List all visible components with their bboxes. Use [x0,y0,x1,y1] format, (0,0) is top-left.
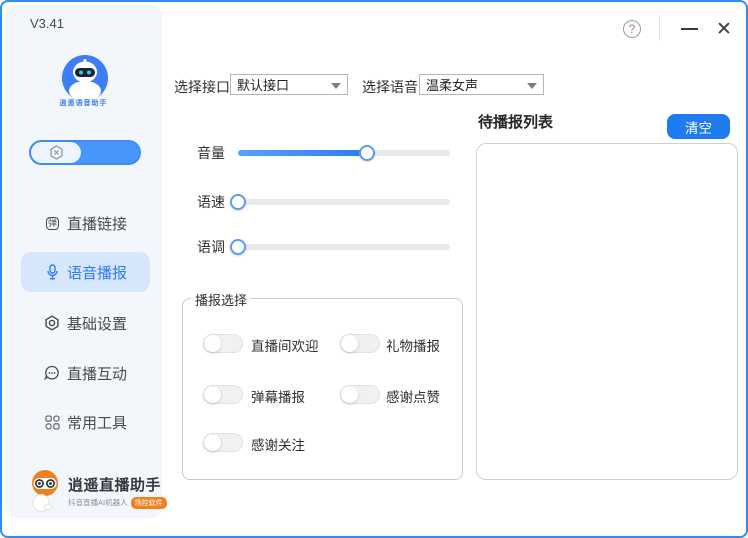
pending-broadcast-list[interactable] [476,143,738,480]
toggle-room-welcome-label: 直播间欢迎 [251,335,319,355]
hexagon-x-icon [49,145,64,160]
pending-list-title: 待播报列表 [478,111,553,132]
help-button[interactable]: ? [623,20,641,38]
toggle-danmu-broadcast-label: 弹幕播报 [251,386,305,406]
orange-robot-icon [27,469,63,513]
voice-select-value: 温柔女声 [426,75,478,94]
sidebar-item-label: 直播互动 [67,363,127,384]
close-icon: ✕ [716,18,732,41]
toggle-thank-follow[interactable] [203,433,243,452]
toggle-gift-broadcast[interactable] [340,334,380,353]
volume-label: 音量 [197,143,238,163]
speed-slider[interactable] [238,194,450,210]
toggle-thank-likes-label: 感谢点赞 [386,386,440,406]
voice-select[interactable]: 温柔女声 [419,74,544,95]
brand-subtitle: 抖音直播AI机器人 [68,497,128,508]
volume-slider[interactable] [238,145,450,161]
logo-caption: 逍遥语音助手 [5,98,162,108]
interface-select-value: 默认接口 [237,75,289,94]
interface-select[interactable]: 默认接口 [230,74,348,95]
volume-row: 音量 [197,143,457,163]
broadcast-group-title: 播报选择 [191,290,251,309]
settings-nut-icon [44,315,61,332]
clear-button[interactable]: 清空 [667,114,730,139]
voice-select-label: 选择语音: [362,77,422,97]
main-power-toggle[interactable] [29,140,141,165]
toggle-gift-broadcast-label: 礼物播报 [386,335,440,355]
brand-title: 逍遥直播助手 [68,474,167,495]
controls-divider [659,15,660,41]
sidebar-item-common-tools[interactable]: 常用工具 [21,402,150,442]
minimize-button[interactable] [679,19,699,39]
toggle-room-welcome[interactable] [203,334,243,353]
sidebar-item-live-interaction[interactable]: 直播互动 [21,353,150,393]
robot-mascot-icon [62,55,108,101]
broadcast-select-group: 播报选择 直播间欢迎 礼物播报 弹幕播报 感谢点赞 感谢关注 [182,298,463,480]
app-logo [62,55,108,101]
power-knob [31,142,81,163]
help-icon: ? [629,22,636,36]
pitch-slider[interactable] [238,239,450,255]
pitch-row: 语调 [197,237,457,257]
sidebar: V3.41 逍遥语音助手 弹 [5,5,162,518]
speed-slider-handle[interactable] [230,194,246,210]
sidebar-item-label: 基础设置 [67,313,127,334]
interface-select-label: 选择接口: [174,77,234,97]
sidebar-item-label: 语音播报 [67,262,127,283]
sidebar-item-label: 常用工具 [67,412,127,433]
sidebar-item-live-link[interactable]: 弹 直播链接 [21,203,150,243]
chat-bubble-icon [44,365,61,382]
brand-badge: 场控软件 [131,497,167,509]
app-window: V3.41 逍遥语音助手 弹 [0,0,748,538]
chevron-down-icon [527,83,537,89]
minimize-icon [681,28,698,30]
pitch-slider-handle[interactable] [230,239,246,255]
toggle-thank-likes[interactable] [340,385,380,404]
close-button[interactable]: ✕ [712,16,736,42]
sidebar-item-voice-broadcast[interactable]: 语音播报 [21,252,150,292]
version-label: V3.41 [30,16,64,31]
toggle-thank-follow-label: 感谢关注 [251,434,305,454]
grid-icon [44,414,61,431]
sidebar-item-basic-settings[interactable]: 基础设置 [21,303,150,343]
volume-slider-handle[interactable] [359,145,375,161]
danmu-bubble-icon: 弹 [44,215,61,232]
sidebar-item-label: 直播链接 [67,213,127,234]
brand-footer: 逍遥直播助手 抖音直播AI机器人 场控软件 [27,469,167,513]
chevron-down-icon [331,83,341,89]
toggle-danmu-broadcast[interactable] [203,385,243,404]
speed-row: 语速 [197,192,457,212]
microphone-icon [44,264,61,281]
